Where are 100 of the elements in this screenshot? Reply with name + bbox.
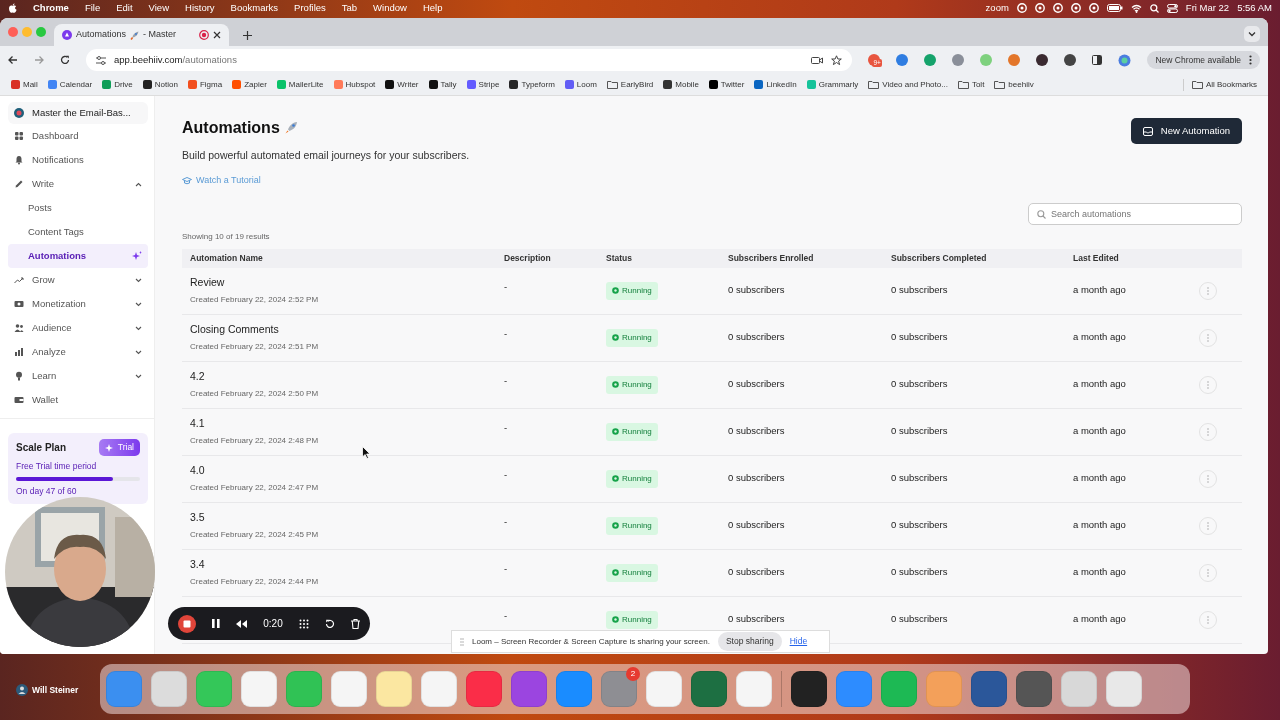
sidebar-item[interactable]: Notifications (8, 148, 148, 173)
automation-name[interactable]: 4.2 (190, 368, 496, 385)
bookmark[interactable]: Zapier (227, 78, 272, 91)
sidebar-item[interactable]: Dashboard (8, 124, 148, 149)
automation-name[interactable]: Review (190, 274, 496, 291)
grid-icon[interactable] (298, 618, 309, 629)
menu-item[interactable]: Edit (116, 0, 133, 16)
bookmark[interactable]: Grammarly (801, 78, 864, 91)
menu-item[interactable]: View (148, 0, 169, 16)
sidebar-item[interactable]: Automations (8, 244, 148, 269)
app-icon[interactable] (691, 671, 727, 707)
bookmark[interactable]: Tolt (952, 78, 990, 91)
bookmark[interactable]: Loom (559, 78, 602, 91)
bookmark[interactable]: Stripe (461, 78, 505, 91)
menu-item[interactable]: Tab (341, 0, 358, 16)
bookmark[interactable]: Notion (137, 78, 183, 91)
address-bar[interactable]: app.beehiiv.com/automations (86, 49, 853, 71)
zoom-status[interactable]: zoom (985, 0, 1009, 16)
hide-link[interactable]: Hide (789, 635, 808, 648)
forward-icon[interactable] (34, 55, 44, 65)
site-settings-icon[interactable] (96, 55, 106, 65)
battery-icon[interactable] (1106, 4, 1123, 12)
app-icon[interactable] (1016, 671, 1052, 707)
update-button[interactable]: New Chrome available (1147, 50, 1260, 70)
pause-icon[interactable] (212, 619, 221, 628)
table-cell: 0 subscribers (891, 613, 948, 625)
reload-icon[interactable] (60, 55, 70, 65)
sidebar-item[interactable]: Posts (8, 196, 148, 221)
menu-item[interactable]: Bookmarks (230, 0, 279, 16)
bookmark[interactable]: EarlyBird (601, 78, 659, 91)
browser-tab[interactable]: Automations - Master (54, 24, 229, 46)
sidebar-item[interactable]: Content Tags (8, 220, 148, 245)
search-field[interactable]: Search automations (1028, 202, 1242, 225)
menubar-time[interactable]: 5:56 AM (1237, 0, 1272, 16)
bookmark[interactable]: MailerLite (271, 78, 329, 91)
publication-switcher[interactable]: Master the Email-Bas... (8, 102, 148, 125)
profile-icon[interactable] (1118, 53, 1132, 67)
automation-name[interactable]: 3.4 (190, 556, 496, 573)
automation-name[interactable]: 3.5 (190, 509, 496, 526)
status-icon[interactable] (1070, 3, 1081, 13)
sidebar-item[interactable]: Wallet (8, 388, 148, 413)
bookmark[interactable]: Calendar (42, 78, 98, 91)
extension-icon[interactable] (1036, 54, 1049, 66)
desktop-user-item[interactable]: Will Steiner (16, 684, 79, 697)
sidebar-item[interactable]: Audience (8, 316, 148, 341)
close-icon[interactable] (213, 31, 221, 39)
search-icon[interactable] (1149, 3, 1159, 13)
extension-icon[interactable] (1064, 54, 1077, 66)
back-icon[interactable] (8, 55, 18, 65)
app-icon[interactable] (791, 671, 827, 707)
menu-item[interactable]: File (84, 0, 101, 16)
bookmark[interactable]: LinkedIn (749, 78, 802, 91)
sidebar-item[interactable]: Write (8, 172, 148, 197)
new-tab-icon[interactable] (243, 31, 252, 40)
menu-item[interactable]: History (185, 0, 215, 16)
wifi-icon[interactable] (1130, 3, 1142, 13)
menu-item[interactable]: Help (422, 0, 443, 16)
bookmark[interactable]: All Bookmarks (1182, 78, 1262, 91)
new-automation-button[interactable]: New Automation (1130, 118, 1242, 145)
apple-icon (8, 3, 17, 13)
sidebar-item[interactable]: Learn (8, 364, 148, 389)
automation-name[interactable]: 4.1 (190, 415, 496, 432)
app-menu[interactable]: Chrome (33, 0, 69, 16)
status-icon[interactable] (1016, 3, 1027, 13)
trash-icon[interactable] (350, 618, 360, 629)
bookmark[interactable]: Writer (380, 78, 424, 91)
status-icon[interactable] (1034, 3, 1045, 13)
bookmark[interactable]: Drive (97, 78, 138, 91)
bookmark[interactable]: Figma (182, 78, 228, 91)
bookmark[interactable]: Mail (6, 78, 43, 91)
menu-item[interactable]: Profiles (294, 0, 326, 16)
bookmark[interactable]: Video and Photo... (863, 78, 953, 91)
status-icon[interactable] (1052, 3, 1063, 13)
automation-name[interactable]: 4.0 (190, 462, 496, 479)
chevron-down-icon[interactable] (1244, 26, 1260, 42)
stop-sharing-button[interactable]: Stop sharing (717, 632, 782, 651)
sidebar-item[interactable]: Analyze (8, 340, 148, 365)
star-icon[interactable] (831, 54, 843, 66)
bookmark[interactable]: Mobile (658, 78, 704, 91)
more-icon[interactable] (1249, 55, 1252, 65)
menubar-date[interactable]: Fri Mar 22 (1185, 0, 1230, 16)
bookmark[interactable]: Tally (423, 78, 462, 91)
rewind-icon[interactable] (236, 619, 248, 628)
app-icon[interactable] (971, 671, 1007, 707)
table-cell: a month ago (1073, 613, 1126, 625)
sidebar-item[interactable]: Grow (8, 268, 148, 293)
bookmark[interactable]: beehiiv (989, 78, 1039, 91)
sidebar-icon[interactable] (1092, 55, 1103, 65)
restart-icon[interactable] (324, 618, 335, 629)
sidebar-item[interactable]: Monetization (8, 292, 148, 317)
status-icon[interactable] (1088, 3, 1099, 13)
bookmark[interactable]: Typeform (504, 78, 560, 91)
stop-button[interactable] (178, 614, 196, 633)
bookmark[interactable]: Twitter (703, 78, 750, 91)
toggles-icon[interactable] (1166, 3, 1178, 13)
automation-name[interactable]: Closing Comments (190, 321, 496, 338)
table-cell: - (504, 515, 508, 527)
bookmark[interactable]: Hubspot (328, 78, 381, 91)
menu-item[interactable]: Window (373, 0, 407, 16)
camera-icon[interactable] (811, 55, 824, 65)
